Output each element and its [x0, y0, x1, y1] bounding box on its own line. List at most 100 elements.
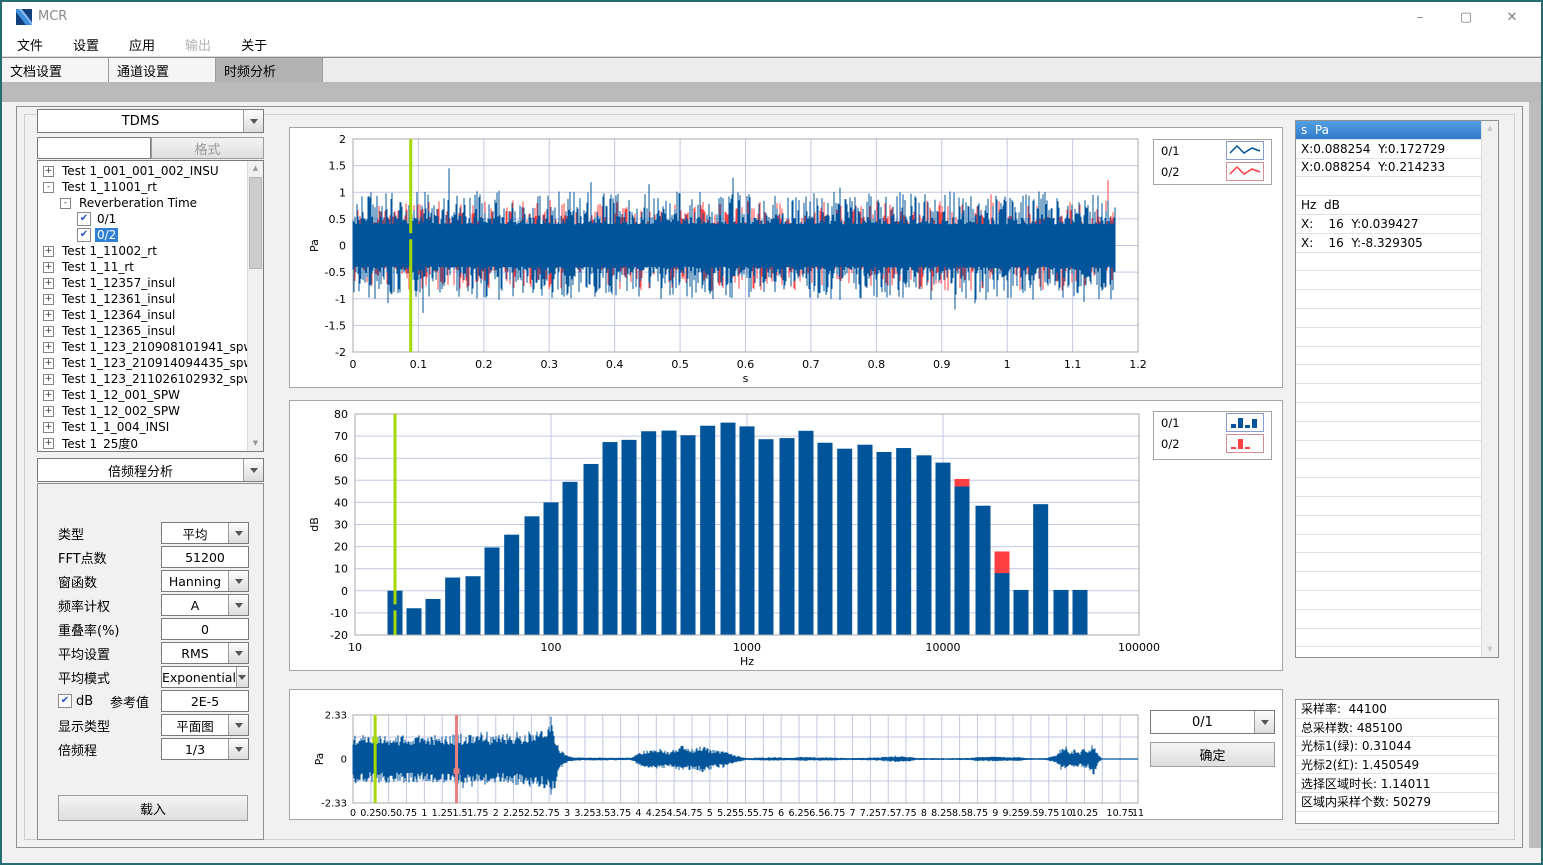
readout-row[interactable] [1296, 253, 1482, 272]
readout-row[interactable] [1296, 478, 1482, 497]
readout-row[interactable] [1296, 629, 1482, 648]
readout-row[interactable]: X: 16 Y:0.039427 [1296, 215, 1482, 234]
expand-plus-icon[interactable]: + [43, 278, 54, 289]
readout-row[interactable] [1296, 290, 1482, 309]
expand-plus-icon[interactable]: + [43, 310, 54, 321]
collapse-minus-icon[interactable]: - [60, 198, 71, 209]
readout-row[interactable]: X: 16 Y:-8.329305 [1296, 234, 1482, 253]
overview-waveform-plot[interactable]: 00.250.50.7511.251.51.7522.252.52.7533.2… [290, 690, 1282, 819]
octave-spectrum-plot[interactable]: 80706050403020100-10-2010100100010000100… [290, 401, 1282, 670]
menu-item-设置[interactable]: 设置 [58, 35, 114, 54]
avg-setting-select[interactable]: RMS [161, 642, 249, 664]
expand-plus-icon[interactable]: + [43, 406, 54, 417]
readout-row[interactable] [1296, 535, 1482, 554]
expand-plus-icon[interactable]: + [43, 438, 54, 449]
tree-item[interactable]: +Test 1_1_004_INSI [39, 419, 247, 435]
tree-item[interactable]: +Test 1_12365_insul [39, 323, 247, 339]
channel-select[interactable]: 0/1 [1150, 710, 1275, 734]
readout-row[interactable] [1296, 553, 1482, 572]
scroll-down-icon[interactable]: ▼ [248, 436, 263, 451]
fft-points-input[interactable]: 51200 [161, 546, 249, 568]
expand-plus-icon[interactable]: + [43, 166, 54, 177]
window-function-select[interactable]: Hanning [161, 570, 249, 592]
db-checkbox[interactable]: ✔ [58, 694, 72, 708]
readout-row[interactable]: Hz dB [1296, 196, 1482, 215]
tree-item[interactable]: +Test 1_25度0 [39, 435, 247, 450]
close-button[interactable]: ✕ [1489, 2, 1535, 32]
readout-row[interactable] [1296, 271, 1482, 290]
expand-plus-icon[interactable]: + [43, 390, 54, 401]
tree-item[interactable]: +Test 1_123_210908101941_spw [39, 339, 247, 355]
readout-row[interactable] [1296, 384, 1482, 403]
display-type-select[interactable]: 平面图 [161, 714, 249, 736]
readout-row[interactable]: X:0.088254 Y:0.214233 [1296, 159, 1482, 178]
expand-plus-icon[interactable]: + [43, 422, 54, 433]
scroll-up-icon[interactable]: ▲ [248, 161, 263, 176]
expand-plus-icon[interactable]: + [43, 374, 54, 385]
tree-item[interactable]: +Test 1_12_001_SPW [39, 387, 247, 403]
expand-plus-icon[interactable]: + [43, 246, 54, 257]
filter-input[interactable] [37, 137, 151, 159]
readout-row[interactable] [1296, 591, 1482, 610]
readout-row[interactable] [1296, 497, 1482, 516]
tab-通道设置[interactable]: 通道设置 [109, 58, 216, 83]
tree-item[interactable]: ✔0/2 [39, 227, 247, 243]
avg-mode-select[interactable]: Exponential [161, 666, 249, 688]
readout-row[interactable] [1296, 572, 1482, 591]
tree-scrollbar-thumb[interactable] [249, 177, 262, 269]
expand-plus-icon[interactable]: + [43, 262, 54, 273]
octave-fraction-select[interactable]: 1/3 [161, 738, 249, 760]
readout-row[interactable] [1296, 309, 1482, 328]
readout-row[interactable] [1296, 610, 1482, 629]
readout-row[interactable]: X:0.088254 Y:0.172729 [1296, 140, 1482, 159]
expand-plus-icon[interactable]: + [43, 294, 54, 305]
file-format-select[interactable]: TDMS [37, 109, 264, 133]
format-button[interactable]: 格式 [151, 137, 264, 159]
readout-row[interactable] [1296, 347, 1482, 366]
maximize-button[interactable]: ▢ [1443, 2, 1489, 32]
tree-item[interactable]: +Test 1_12357_insul [39, 275, 247, 291]
collapse-minus-icon[interactable]: - [43, 182, 54, 193]
readout-row[interactable] [1296, 365, 1482, 384]
readout-row[interactable] [1296, 647, 1482, 657]
expand-plus-icon[interactable]: + [43, 342, 54, 353]
tree-item[interactable]: ✔0/1 [39, 211, 247, 227]
load-button[interactable]: 载入 [58, 795, 248, 821]
tree-item[interactable]: +Test 1_001_001_002_INSU [39, 163, 247, 179]
scroll-up-icon[interactable]: ▲ [1482, 121, 1498, 136]
content-scrollbar[interactable] [1529, 102, 1542, 848]
readout-row[interactable] [1296, 422, 1482, 441]
confirm-button[interactable]: 确定 [1150, 742, 1275, 767]
tree-item[interactable]: +Test 1_11002_rt [39, 243, 247, 259]
channel-checkbox[interactable]: ✔ [77, 228, 91, 242]
freq-weighting-select[interactable]: A [161, 594, 249, 616]
readout-row[interactable] [1296, 403, 1482, 422]
channel-checkbox[interactable]: ✔ [77, 212, 91, 226]
tree-scrollbar[interactable]: ▲ ▼ [247, 161, 263, 451]
tab-时频分析[interactable]: 时频分析 [216, 58, 323, 83]
overlap-input[interactable]: 0 [161, 618, 249, 640]
readout-row[interactable] [1296, 441, 1482, 460]
readout-row[interactable] [1296, 328, 1482, 347]
analysis-type-select[interactable]: 倍频程分析 [37, 458, 264, 482]
time-waveform-plot[interactable]: 00.10.20.30.40.50.60.70.80.911.11.221.51… [290, 128, 1282, 387]
tree-item[interactable]: +Test 1_12361_insul [39, 291, 247, 307]
menu-item-关于[interactable]: 关于 [226, 35, 282, 54]
expand-plus-icon[interactable]: + [43, 358, 54, 369]
menu-item-文件[interactable]: 文件 [2, 35, 58, 54]
tab-文档设置[interactable]: 文档设置 [2, 58, 109, 83]
readout-row[interactable]: s Pa [1296, 121, 1482, 140]
menu-item-输出[interactable]: 输出 [170, 35, 226, 54]
tree-item[interactable]: -Test 1_11001_rt [39, 179, 247, 195]
scroll-down-icon[interactable]: ▼ [1482, 642, 1498, 657]
tree-item[interactable]: +Test 1_12_002_SPW [39, 403, 247, 419]
tree-item[interactable]: +Test 1_11_rt [39, 259, 247, 275]
tree-item[interactable]: -Reverberation Time [39, 195, 247, 211]
readout-row[interactable] [1296, 459, 1482, 478]
readout-row[interactable] [1296, 177, 1482, 196]
menu-item-应用[interactable]: 应用 [114, 35, 170, 54]
tree-item[interactable]: +Test 1_12364_insul [39, 307, 247, 323]
expand-plus-icon[interactable]: + [43, 326, 54, 337]
ref-value-input[interactable]: 2E-5 [161, 690, 249, 712]
readout-scrollbar[interactable]: ▲ ▼ [1481, 121, 1498, 657]
